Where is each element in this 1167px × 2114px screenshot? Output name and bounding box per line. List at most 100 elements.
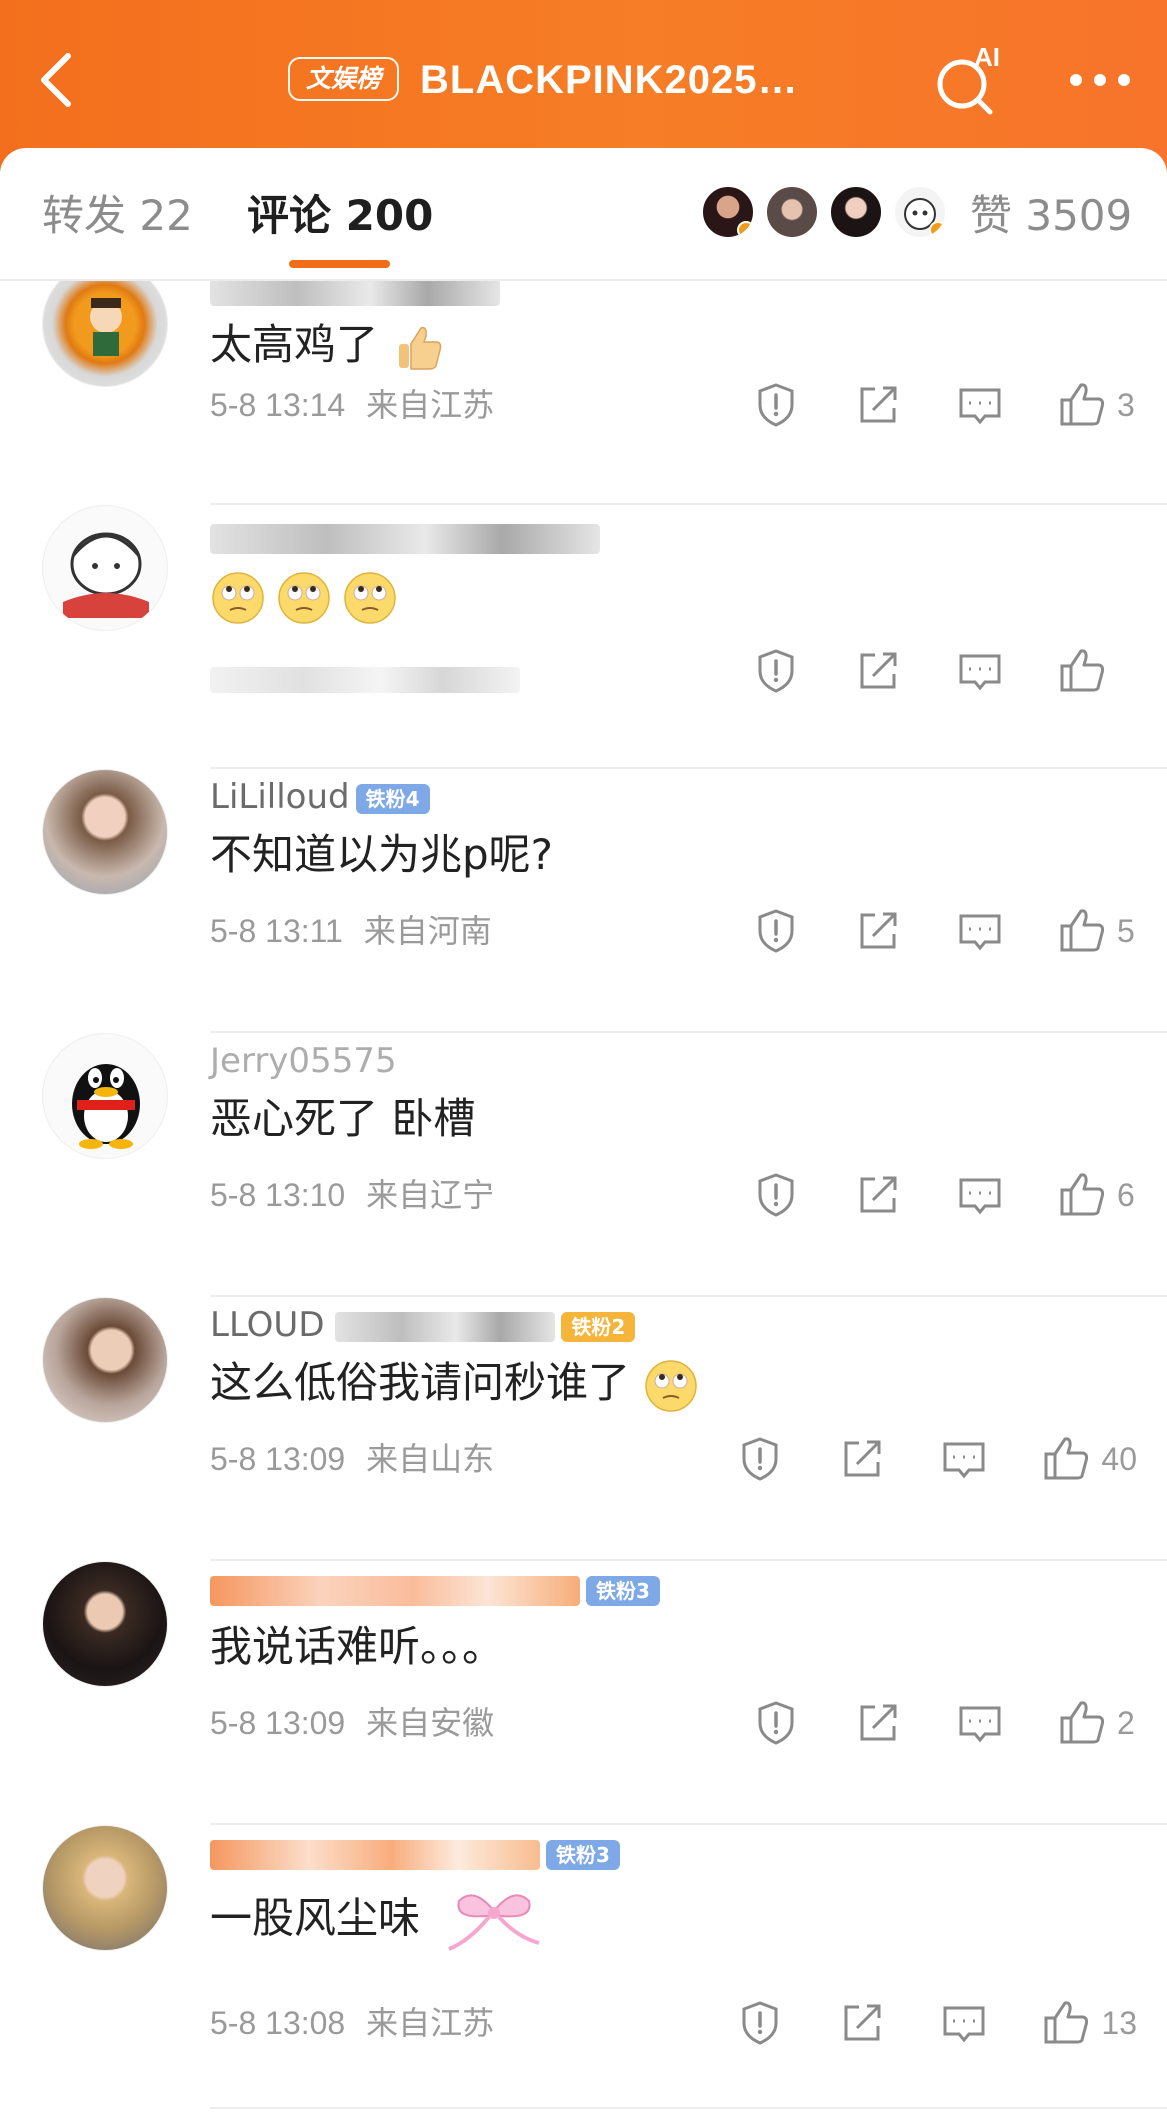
eye-roll-emoji xyxy=(278,571,330,624)
comment-location: 来自山东 xyxy=(366,1441,495,1477)
fan-level-badge: 铁粉3 xyxy=(586,1575,660,1606)
reply-comment-icon[interactable] xyxy=(955,380,1005,430)
like-count: 13 xyxy=(1101,2004,1137,2041)
penguin-avatar-icon xyxy=(72,1064,140,1149)
comment-actions: 3 xyxy=(699,377,1137,433)
liker-avatar xyxy=(892,184,948,240)
comment-location: 来自安徽 xyxy=(366,1705,495,1741)
thumbs-up-emoji xyxy=(399,326,442,370)
eye-roll-emoji xyxy=(645,1359,698,1412)
comment-text: 太高鸡了 xyxy=(210,315,457,376)
blurred-username xyxy=(210,1575,580,1606)
reply-comment-icon[interactable] xyxy=(939,1434,989,1484)
comment-item: LLOUD 铁粉2 这么低俗我请问秒谁了 5-8 13:09 来自山东 40 xyxy=(0,1297,1167,1561)
repost-icon[interactable] xyxy=(853,646,903,696)
reply-comment-icon[interactable] xyxy=(939,1998,989,2048)
username[interactable]: LLOUD 铁粉2 xyxy=(210,1303,636,1347)
cartoon-avatar-icon xyxy=(90,298,122,356)
avatar[interactable] xyxy=(42,769,168,895)
back-button[interactable] xyxy=(30,48,90,112)
repost-icon[interactable] xyxy=(837,1434,887,1484)
verified-badge-icon xyxy=(929,221,945,237)
reply-comment-icon[interactable] xyxy=(955,1698,1005,1748)
avatar[interactable] xyxy=(42,1033,168,1159)
comment-actions: 13 xyxy=(683,1995,1137,2051)
more-options-button[interactable] xyxy=(1060,60,1140,100)
fan-level-badge: 铁粉3 xyxy=(546,1839,620,1870)
like-thumb-icon[interactable] xyxy=(1057,380,1107,430)
repost-icon[interactable] xyxy=(853,1698,903,1748)
comment-meta xyxy=(210,655,520,699)
repost-icon[interactable] xyxy=(853,906,903,956)
avatar[interactable] xyxy=(42,281,168,387)
comment-actions: 40 xyxy=(683,1431,1137,1487)
cartoon-avatar-icon xyxy=(63,532,149,618)
likes-total[interactable]: 赞 3509 xyxy=(970,188,1132,244)
username[interactable] xyxy=(210,281,500,311)
like-thumb-icon[interactable] xyxy=(1041,1434,1091,1484)
tab-reposts[interactable]: 转发 22 xyxy=(42,188,193,244)
report-shield-icon[interactable] xyxy=(751,380,801,430)
more-dots-icon xyxy=(1070,74,1130,86)
like-thumb-icon[interactable] xyxy=(1041,1998,1091,2048)
liker-avatar xyxy=(828,184,884,240)
like-thumb-icon[interactable] xyxy=(1057,646,1107,696)
comment-text: 恶心死了 卧槽 xyxy=(210,1094,476,1143)
report-shield-icon[interactable] xyxy=(751,1170,801,1220)
comment-actions xyxy=(699,643,1137,699)
username[interactable]: 铁粉3 xyxy=(210,1567,660,1611)
eye-roll-emoji xyxy=(212,571,264,624)
blurred-username xyxy=(210,281,500,306)
comment-text: 不知道以为兆p呢? xyxy=(210,830,553,879)
blurred-meta xyxy=(210,666,520,693)
comment-list: 太高鸡了 5-8 13:14 来自江苏 3 LiLilloud 铁粉4 不知道以… xyxy=(0,281,1167,2114)
avatar[interactable] xyxy=(42,505,168,631)
comment-item xyxy=(0,505,1167,769)
reply-comment-icon[interactable] xyxy=(955,1170,1005,1220)
report-shield-icon[interactable] xyxy=(751,646,801,696)
tab-comments[interactable]: 评论 200 xyxy=(247,188,433,244)
like-thumb-icon[interactable] xyxy=(1057,906,1107,956)
liker-avatar xyxy=(764,184,820,240)
reply-comment-icon[interactable] xyxy=(955,646,1005,696)
comment-item: LiLilloud 铁粉4 不知道以为兆p呢? 5-8 13:11 来自河南 5 xyxy=(0,769,1167,1033)
comment-location: 来自江苏 xyxy=(366,2005,495,2041)
page-title: BLACKPINK2025… xyxy=(420,58,799,102)
comment-location: 来自辽宁 xyxy=(366,1177,495,1213)
comment-time: 5-8 13:08 xyxy=(210,2005,346,2041)
comment-actions: 6 xyxy=(699,1167,1137,1223)
comment-text xyxy=(210,565,408,626)
blurred-username xyxy=(210,1839,540,1870)
comment-location: 来自江苏 xyxy=(366,387,495,423)
username[interactable]: Jerry05575 xyxy=(210,1039,397,1083)
avatar[interactable] xyxy=(42,1297,168,1423)
liker-avatars[interactable] xyxy=(700,184,960,244)
report-shield-icon[interactable] xyxy=(735,1998,785,2048)
like-count: 5 xyxy=(1117,912,1135,949)
avatar[interactable] xyxy=(42,1825,168,1951)
reply-comment-icon[interactable] xyxy=(955,906,1005,956)
ranking-tag-badge[interactable]: 文娱榜 xyxy=(288,57,399,101)
like-thumb-icon[interactable] xyxy=(1057,1170,1107,1220)
repost-icon[interactable] xyxy=(853,1170,903,1220)
username[interactable]: LiLilloud 铁粉4 xyxy=(210,775,430,819)
comment-time: 5-8 13:10 xyxy=(210,1177,346,1213)
comment-time: 5-8 13:14 xyxy=(210,387,346,423)
blurred-username xyxy=(335,1311,556,1342)
avatar[interactable] xyxy=(42,1561,168,1687)
report-shield-icon[interactable] xyxy=(751,1698,801,1748)
like-thumb-icon[interactable] xyxy=(1057,1698,1107,1748)
ai-search-button[interactable]: AI xyxy=(932,40,1012,120)
username[interactable] xyxy=(210,515,600,559)
comment-meta: 5-8 13:09 来自山东 xyxy=(210,1437,494,1481)
repost-icon[interactable] xyxy=(837,1998,887,2048)
comment-location: 来自河南 xyxy=(363,913,492,949)
comment-time: 5-8 13:09 xyxy=(210,1441,346,1477)
report-shield-icon[interactable] xyxy=(751,906,801,956)
comment-text: 这么低俗我请问秒谁了 xyxy=(210,1353,709,1414)
username[interactable]: 铁粉3 xyxy=(210,1831,620,1875)
like-count: 6 xyxy=(1117,1176,1135,1213)
report-shield-icon[interactable] xyxy=(735,1434,785,1484)
repost-icon[interactable] xyxy=(853,380,903,430)
like-count: 40 xyxy=(1101,1440,1137,1477)
